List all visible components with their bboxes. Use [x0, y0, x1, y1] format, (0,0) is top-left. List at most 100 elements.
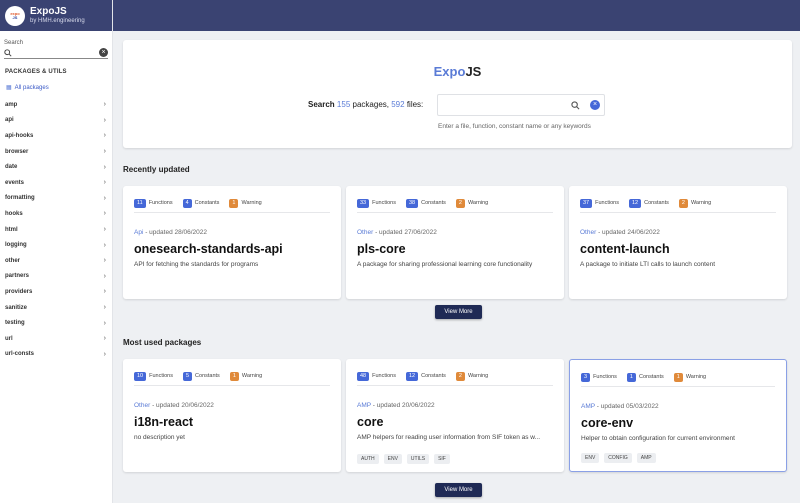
main-search-input[interactable] [442, 98, 562, 112]
packages-section-title: PACKAGES & UTILS [5, 69, 67, 75]
sidebar-item-label: logging [5, 242, 27, 249]
sidebar-item-api-hooks[interactable]: api-hooks › [0, 128, 112, 144]
warning-count-badge: 2 [455, 371, 465, 381]
view-more-used-button[interactable]: View More [435, 483, 482, 497]
chevron-right-icon: › [103, 179, 106, 187]
sidebar-item-label: html [5, 226, 18, 233]
sidebar-item-label: events [5, 179, 25, 186]
clear-icon[interactable]: × [590, 100, 600, 110]
sidebar-item-label: partners [5, 273, 30, 280]
tag[interactable]: AUTH [357, 454, 379, 464]
functions-count-badge: 3 [581, 372, 591, 382]
card-category-link[interactable]: Api [134, 229, 143, 236]
card-category-link[interactable]: AMP [357, 402, 371, 409]
sidebar-item-all-packages[interactable]: ▦ All packages [0, 75, 112, 92]
sidebar-item-label: testing [5, 320, 25, 327]
package-card-onesearch-standards-api[interactable]: 11 Functions 4 Constants 1 Warning Api - updat… [123, 186, 341, 299]
chevron-right-icon: › [103, 350, 106, 358]
sidebar-item-logging[interactable]: logging › [0, 237, 112, 253]
sidebar-item-providers[interactable]: providers › [0, 284, 112, 300]
view-more-recent-button[interactable]: View More [435, 305, 482, 319]
chevron-right-icon: › [103, 241, 106, 249]
sidebar-item-events[interactable]: events › [0, 175, 112, 191]
card-package-name: i18n-react [134, 415, 194, 429]
sidebar-search: Search × [0, 31, 112, 59]
functions-count-badge: 11 [134, 198, 146, 208]
chevron-right-icon: › [103, 226, 106, 234]
brand-subtitle: by HMH.engineering [30, 18, 85, 24]
sidebar-item-formatting[interactable]: formatting › [0, 191, 112, 207]
chevron-right-icon: › [103, 116, 106, 124]
chevron-right-icon: › [103, 132, 106, 140]
sidebar-item-label: date [5, 164, 18, 171]
card-category-link[interactable]: Other [134, 402, 150, 409]
card-category-link[interactable]: AMP [581, 403, 595, 410]
functions-count-badge: 37 [580, 198, 593, 208]
brand[interactable]: expo JS ExpoJS by HMH.engineering [0, 0, 112, 31]
sidebar-item-label: other [5, 257, 20, 264]
tag-list: ENV CONFIG AMP [581, 453, 661, 463]
search-icon[interactable] [571, 100, 580, 110]
sidebar-item-browser[interactable]: browser › [0, 144, 112, 160]
sidebar-item-partners[interactable]: partners › [0, 269, 112, 285]
divider [134, 212, 330, 213]
clear-icon[interactable]: × [99, 47, 108, 57]
tag[interactable]: CONFIG [604, 453, 632, 463]
constants-count-badge: 4 [182, 198, 192, 208]
sidebar-item-sanitize[interactable]: sanitize › [0, 300, 112, 316]
card-stats: 37 Functions 12 Constants 2 Warning [580, 196, 776, 210]
card-meta: AMP - updated 20/06/2022 [357, 402, 435, 409]
tag[interactable]: ENV [581, 453, 600, 463]
sidebar-search-input[interactable] [12, 49, 97, 56]
card-category-link[interactable]: Other [357, 229, 373, 236]
warning-count-badge: 1 [229, 198, 239, 208]
card-meta: Other - updated 24/06/2022 [580, 229, 660, 236]
card-stats: 11 Functions 4 Constants 1 Warning [134, 196, 330, 210]
package-card-core[interactable]: 48 Functions 12 Constants 2 Warning AMP - upda… [346, 359, 564, 472]
warning-count-badge: 2 [678, 198, 688, 208]
tag[interactable]: AMP [636, 453, 656, 463]
tag[interactable]: SIF [434, 454, 450, 464]
search-hero: ExpoJS Search 155 packages, 592 files: ×… [123, 40, 792, 148]
sidebar-item-label: amp [5, 101, 18, 108]
sidebar-item-date[interactable]: date › [0, 159, 112, 175]
sidebar-item-url-consts[interactable]: url-consts › [0, 347, 112, 363]
card-stats: 33 Functions 38 Constants 2 Warning [357, 196, 553, 210]
sidebar-item-amp[interactable]: amp › [0, 97, 112, 113]
card-description: Helper to obtain configuration for curre… [581, 435, 735, 442]
package-card-i18n-react[interactable]: 10 Functions 5 Constants 1 Warning Other - upd… [123, 359, 341, 472]
sidebar-item-other[interactable]: other › [0, 253, 112, 269]
sidebar-item-label: sanitize [5, 304, 28, 311]
package-card-core-env[interactable]: 3 Functions 1 Constants 1 Warning AMP - update… [569, 359, 787, 472]
sidebar-item-label: browser [5, 148, 29, 155]
files-count: 592 [391, 100, 405, 109]
package-card-pls-core[interactable]: 33 Functions 38 Constants 2 Warning Other - up… [346, 186, 564, 299]
sidebar-item-hooks[interactable]: hooks › [0, 206, 112, 222]
card-category-link[interactable]: Other [580, 229, 596, 236]
chevron-right-icon: › [103, 288, 106, 296]
top-bar [113, 0, 800, 31]
constants-count-badge: 1 [626, 372, 636, 382]
sidebar-item-api[interactable]: api › [0, 113, 112, 129]
functions-count-badge: 33 [357, 198, 370, 208]
chevron-right-icon: › [103, 257, 106, 265]
search-hint: Enter a file, function, constant name or… [438, 123, 591, 130]
tag-list: AUTH ENV UTILS SIF [357, 454, 455, 464]
sidebar-item-testing[interactable]: testing › [0, 315, 112, 331]
tag[interactable]: ENV [383, 454, 402, 464]
most-used-title: Most used packages [123, 338, 202, 347]
functions-count-badge: 48 [357, 371, 370, 381]
expojs-logo-icon: expo JS [5, 5, 25, 26]
chevron-right-icon: › [103, 335, 106, 343]
chevron-right-icon: › [103, 272, 106, 280]
tag[interactable]: UTILS [406, 454, 430, 464]
packages-count: 155 [336, 100, 351, 109]
sidebar-item-url[interactable]: url › [0, 331, 112, 347]
recently-updated-title: Recently updated [123, 165, 190, 174]
divider [357, 385, 553, 386]
package-card-content-launch[interactable]: 37 Functions 12 Constants 2 Warning Other - up… [569, 186, 787, 299]
warning-count-badge: 1 [229, 371, 239, 381]
constants-count-badge: 12 [628, 198, 642, 208]
sidebar-item-html[interactable]: html › [0, 222, 112, 238]
sidebar-item-label: api-hooks [5, 132, 34, 139]
